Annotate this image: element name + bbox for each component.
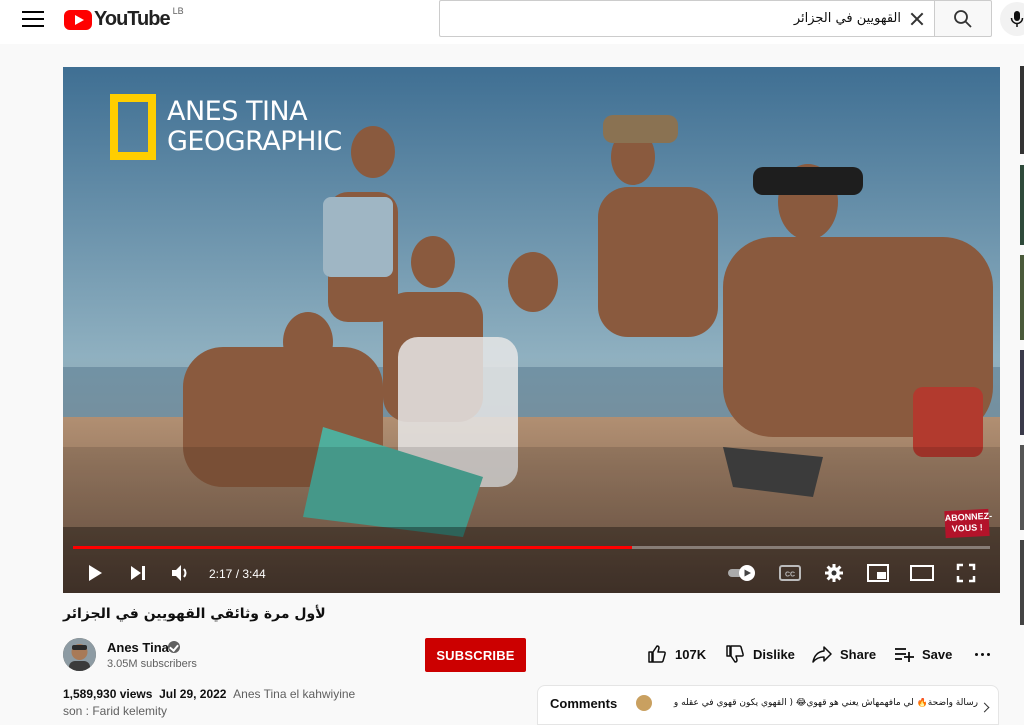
miniplayer-button[interactable] bbox=[865, 560, 891, 586]
related-thumbnail-edge[interactable] bbox=[1020, 66, 1024, 154]
progress-played bbox=[73, 546, 633, 549]
youtube-logo[interactable]: YouTube LB bbox=[64, 5, 184, 31]
related-thumbnail-edge[interactable] bbox=[1020, 445, 1024, 530]
comments-panel[interactable]: Comments رسالة واضحة🔥 لي مافهمهاش يعني ه… bbox=[537, 685, 999, 725]
dislike-button[interactable]: Dislike bbox=[725, 642, 795, 666]
subscriber-count: 3.05M subscribers bbox=[107, 658, 197, 670]
miniplayer-icon bbox=[867, 564, 889, 582]
like-button[interactable]: 107K bbox=[647, 642, 706, 666]
share-button[interactable]: Share bbox=[812, 642, 876, 666]
logo-wordmark: YouTube bbox=[94, 8, 171, 30]
clear-icon[interactable] bbox=[907, 9, 927, 29]
verified-badge-icon bbox=[168, 641, 180, 653]
captions-button[interactable]: CC bbox=[777, 560, 803, 586]
fullscreen-button[interactable] bbox=[953, 560, 979, 586]
view-count: 1,589,930 views bbox=[63, 687, 153, 701]
video-stats: 1,589,930 views Jul 29, 2022 Anes Tina e… bbox=[63, 687, 355, 701]
microphone-icon bbox=[1010, 11, 1024, 27]
voice-search-button[interactable] bbox=[1000, 2, 1024, 36]
svg-text:CC: CC bbox=[785, 572, 795, 579]
country-code: LB bbox=[172, 5, 184, 16]
overlay-title-line2: GEOGRAPHIC bbox=[167, 126, 342, 157]
next-button[interactable] bbox=[125, 560, 151, 586]
comment-preview: رسالة واضحة🔥 لي مافهمهاش يعني هو قهوي😂 (… bbox=[673, 698, 978, 708]
theater-mode-button[interactable] bbox=[909, 560, 935, 586]
share-label: Share bbox=[840, 646, 877, 662]
share-icon bbox=[812, 646, 832, 663]
subscribe-watermark[interactable]: ABONNEZ-VOUS ! bbox=[944, 508, 992, 539]
add-to-playlist-icon bbox=[895, 648, 914, 662]
video-tags[interactable]: Anes Tina el kahwiyine bbox=[233, 687, 355, 701]
overlay-title-line1: ANES TINA bbox=[167, 96, 308, 127]
channel-name[interactable]: Anes Tina bbox=[107, 640, 169, 655]
related-thumbnail-edge[interactable] bbox=[1020, 350, 1024, 435]
play-button[interactable] bbox=[82, 560, 108, 586]
more-actions-button[interactable] bbox=[970, 644, 994, 664]
player-controls: 2:17 / 3:44 CC bbox=[63, 555, 1000, 589]
progress-bar[interactable] bbox=[73, 546, 990, 549]
channel-avatar-image bbox=[63, 638, 96, 671]
thumbs-up-icon bbox=[648, 645, 666, 663]
gear-icon bbox=[825, 564, 843, 582]
avatar[interactable] bbox=[63, 638, 96, 671]
youtube-play-icon bbox=[64, 9, 92, 30]
skip-next-icon bbox=[131, 566, 145, 580]
captions-icon: CC bbox=[779, 565, 801, 581]
theater-mode-icon bbox=[910, 565, 934, 581]
related-thumbnail-edge[interactable] bbox=[1020, 255, 1024, 340]
search-button[interactable] bbox=[934, 0, 992, 37]
dislike-label: Dislike bbox=[753, 646, 795, 662]
commenter-avatar bbox=[636, 695, 652, 711]
upload-date: Jul 29, 2022 bbox=[159, 687, 227, 701]
settings-button[interactable] bbox=[821, 560, 847, 586]
volume-icon bbox=[172, 565, 187, 581]
autoplay-toggle[interactable] bbox=[727, 560, 761, 586]
fullscreen-icon bbox=[956, 563, 976, 583]
description-snippet: son : Farid kelemity bbox=[63, 704, 168, 718]
autoplay-toggle-icon bbox=[728, 565, 755, 581]
mute-button[interactable] bbox=[168, 560, 194, 586]
save-label: Save bbox=[922, 646, 953, 662]
video-title: لأول مرة وثائقي القهويين في الجزائر bbox=[63, 606, 326, 622]
search-box bbox=[439, 0, 935, 37]
save-button[interactable]: Save bbox=[894, 642, 952, 666]
time-display: 2:17 / 3:44 bbox=[209, 567, 266, 581]
related-thumbnail-edge[interactable] bbox=[1020, 165, 1024, 245]
search-icon bbox=[954, 9, 972, 28]
like-count: 107K bbox=[675, 646, 707, 662]
video-player[interactable]: ANES TINA GEOGRAPHIC ABONNEZ-VOUS ! 2:17… bbox=[63, 67, 1000, 593]
menu-icon[interactable] bbox=[20, 8, 46, 30]
overlay-title: ANES TINA GEOGRAPHIC bbox=[167, 97, 342, 157]
national-geographic-frame-logo bbox=[110, 94, 156, 160]
top-bar: YouTube LB bbox=[0, 0, 1024, 44]
comments-label: Comments bbox=[550, 696, 618, 711]
thumbs-down-icon bbox=[726, 645, 744, 663]
subscribe-button[interactable]: SUBSCRIBE bbox=[425, 638, 526, 672]
search-input[interactable] bbox=[501, 11, 901, 26]
play-icon bbox=[89, 565, 102, 581]
related-thumbnail-edge[interactable] bbox=[1020, 540, 1024, 625]
